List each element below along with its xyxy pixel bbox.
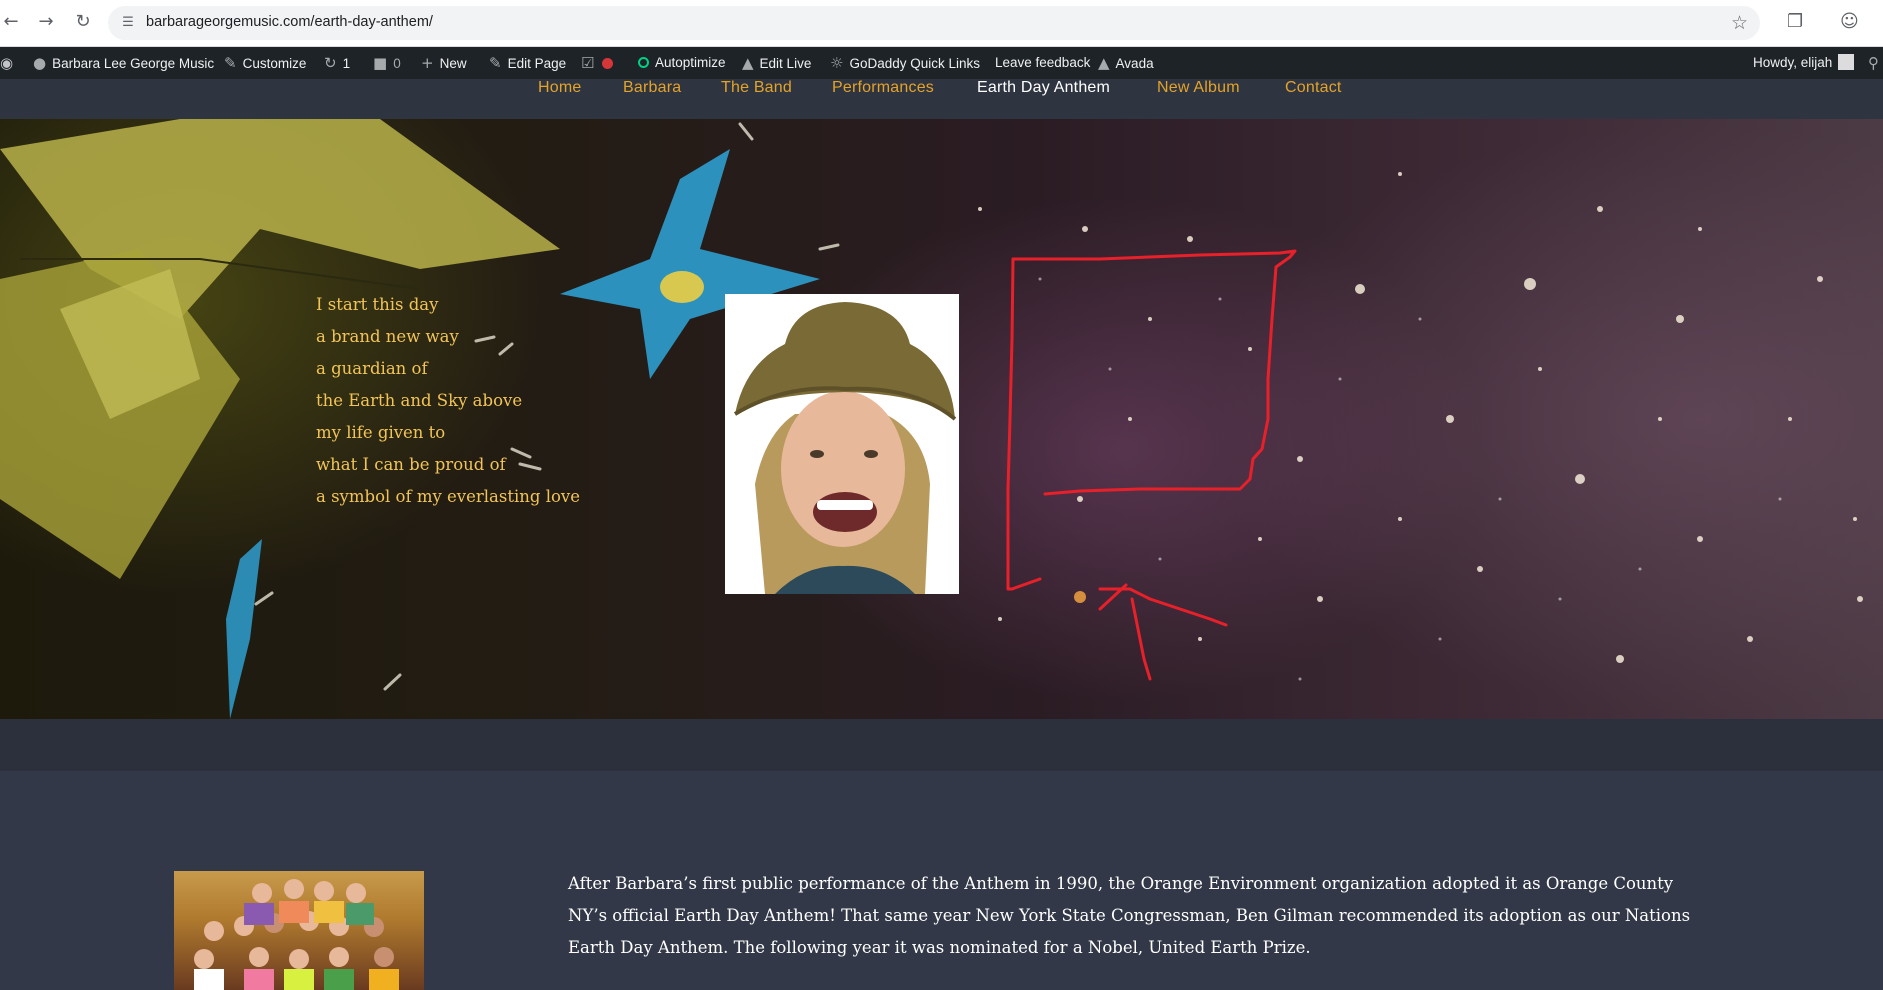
avada-icon: ▲: [1098, 54, 1110, 72]
admin-godaddy[interactable]: ☼ GoDaddy Quick Links: [830, 47, 980, 79]
section-divider: [0, 719, 1883, 771]
admin-howdy[interactable]: Howdy, elijah: [1753, 47, 1855, 79]
address-bar[interactable]: ☰ barbarageorgemusic.com/earth-day-anthe…: [108, 6, 1760, 40]
hero-section: I start this day a brand new way a guard…: [0, 119, 1883, 719]
avatar: [1838, 54, 1855, 70]
site-settings-icon[interactable]: ☰: [119, 14, 137, 32]
lyric-line: what I can be proud of: [316, 455, 506, 474]
anthem-history-paragraph: After Barbara’s first public performance…: [568, 874, 1691, 957]
menu-item-earth-day-anthem[interactable]: Earth Day Anthem: [977, 79, 1110, 97]
comment-icon: ■: [373, 54, 388, 72]
children-choir-photo: [174, 871, 424, 990]
lyric-line: a guardian of: [316, 359, 428, 378]
profile-icon[interactable]: ☺: [1840, 11, 1859, 32]
bookmark-star-icon[interactable]: ☆: [1731, 12, 1748, 34]
lyric-line: my life given to: [316, 423, 446, 442]
pencil-icon: ✎: [489, 54, 502, 72]
admin-edit-page[interactable]: ✎ Edit Page: [489, 47, 566, 79]
admin-customize[interactable]: ✎ Customize: [224, 47, 306, 79]
seo-status-icon: [602, 58, 614, 69]
forward-arrow-icon[interactable]: →: [35, 11, 57, 33]
menu-item-contact[interactable]: Contact: [1285, 79, 1342, 97]
avada-a-icon: ▲: [742, 54, 754, 72]
lyric-line: a brand new way: [316, 327, 459, 346]
wp-admin-bar: ◉ ● Barbara Lee George Music ✎ Customize ↻…: [0, 47, 1883, 79]
url-text[interactable]: barbarageorgemusic.com/earth-day-anthem/: [146, 14, 433, 30]
admin-search-icon[interactable]: ⚲: [1868, 47, 1879, 79]
yoast-seo-icon[interactable]: ☑: [581, 47, 614, 79]
admin-comments[interactable]: ■ 0: [373, 47, 401, 79]
annotation-markup: [1006, 249, 1297, 681]
barbara-portrait-photo: [725, 294, 959, 594]
dashboard-icon: ●: [33, 54, 47, 72]
admin-autoptimize[interactable]: Autoptimize: [638, 47, 726, 79]
lyric-line: the Earth and Sky above: [316, 391, 523, 410]
autoptimize-icon: [638, 57, 649, 68]
lyric-line: a symbol of my everlasting love: [316, 487, 580, 506]
reload-icon[interactable]: ↻: [72, 11, 94, 33]
site-main-menu: Home Barbara The Band Performances Earth…: [0, 79, 1883, 119]
admin-updates[interactable]: ↻ 1: [324, 47, 350, 79]
menu-item-barbara[interactable]: Barbara: [623, 79, 681, 97]
anthem-lyrics: I start this day a brand new way a guard…: [316, 295, 580, 519]
menu-item-performances[interactable]: Performances: [832, 79, 934, 97]
admin-new[interactable]: + New: [421, 47, 467, 79]
admin-edit-live[interactable]: ▲ Edit Live: [742, 47, 811, 79]
menu-item-new-album[interactable]: New Album: [1157, 79, 1240, 97]
lyric-line: I start this day: [316, 295, 439, 314]
brush-icon: ✎: [224, 54, 237, 72]
back-arrow-icon[interactable]: ←: [0, 11, 22, 33]
godaddy-icon: ☼: [830, 54, 844, 72]
menu-item-home[interactable]: Home: [538, 79, 581, 97]
updates-icon: ↻: [324, 54, 337, 72]
extensions-icon[interactable]: ❐: [1787, 11, 1803, 32]
content-section: After Barbara’s first public performance…: [0, 771, 1883, 990]
wordpress-logo-icon[interactable]: ◉: [0, 47, 19, 79]
menu-item-the-band[interactable]: The Band: [721, 79, 792, 97]
plus-icon: +: [421, 54, 434, 72]
browser-toolbar: ← → ↻ ☰ barbarageorgemusic.com/earth-day…: [0, 0, 1883, 47]
admin-feedback[interactable]: Leave feedback: [995, 47, 1090, 79]
admin-site-name[interactable]: ● Barbara Lee George Music: [33, 47, 214, 79]
admin-avada[interactable]: ▲ Avada: [1098, 47, 1154, 79]
